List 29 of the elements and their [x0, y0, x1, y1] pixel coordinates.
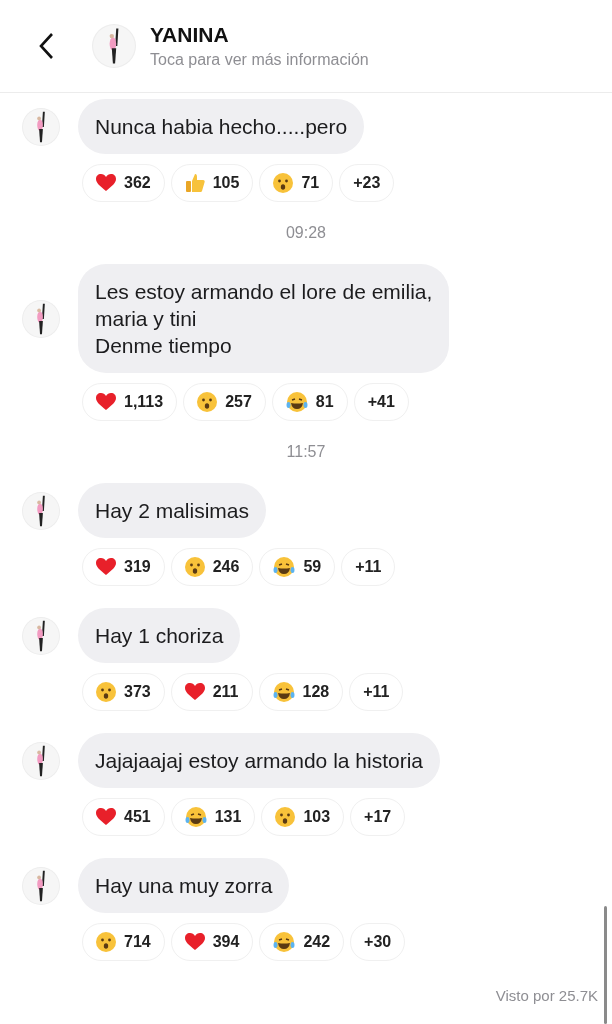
message-bubble: Les estoy armando el lore de emilia, maria y tini Denme tiempo	[78, 264, 450, 373]
message-bubble: Hay 1 choriza	[78, 608, 241, 663]
message-bubble: Nunca habia hecho.....pero	[78, 99, 365, 154]
message-bubble: Hay una muy zorra	[78, 858, 290, 913]
laughing-face-icon	[272, 682, 295, 702]
back-icon	[38, 32, 54, 60]
message-bubble: Jajajaajaj estoy armando la historia	[78, 733, 440, 788]
timestamp: 09:28	[285, 224, 326, 241]
surprised-face-icon	[197, 392, 218, 412]
laughing-face-icon	[273, 932, 296, 952]
surprised-face-icon	[273, 173, 294, 193]
laughing-face-icon	[285, 392, 308, 412]
message-bubble: Hay 2 malisimas	[78, 483, 267, 538]
heart-icon	[96, 174, 116, 192]
heart-icon	[96, 558, 116, 576]
heart-icon	[96, 808, 116, 826]
seen-count: Visto por 25.7K	[495, 987, 598, 1004]
timestamp: 11:57	[286, 443, 326, 460]
laughing-face-icon	[184, 807, 207, 827]
thumbs-up-icon	[184, 173, 205, 193]
laughing-face-icon	[273, 557, 296, 577]
surprised-face-icon	[184, 557, 205, 577]
contact-name[interactable]: YANINA	[150, 23, 369, 47]
surprised-face-icon	[96, 932, 116, 952]
heart-icon	[184, 933, 205, 951]
heart-icon	[96, 393, 116, 411]
heart-icon	[184, 683, 205, 701]
surprised-face-icon	[96, 682, 116, 702]
surprised-face-icon	[275, 807, 296, 827]
